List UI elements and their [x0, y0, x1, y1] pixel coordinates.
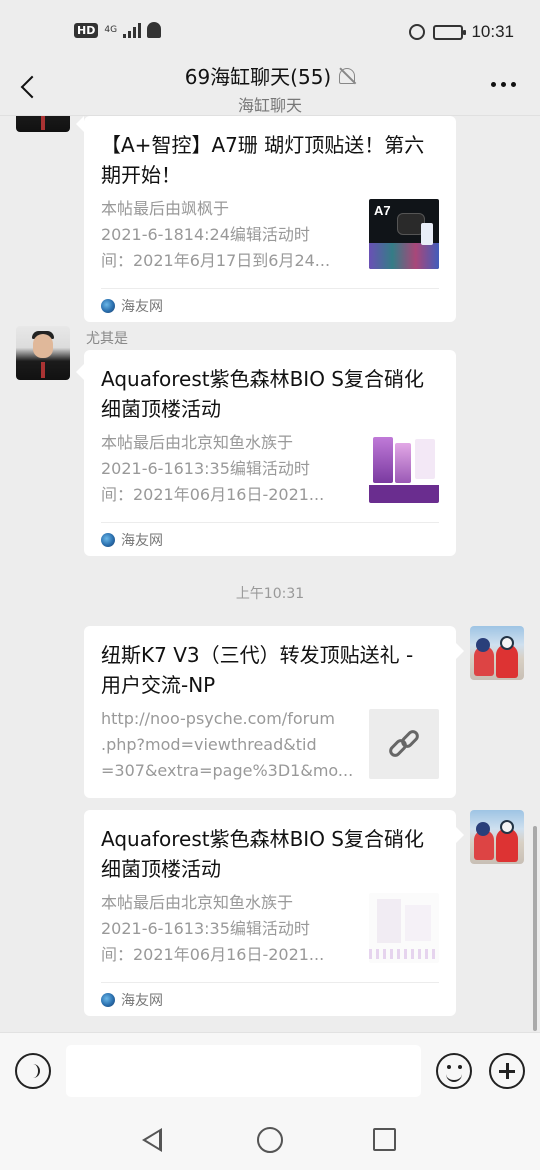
signal-icon: [123, 22, 142, 38]
card-description: http://noo-psyche.com/forum .php?mod=vie…: [101, 706, 355, 784]
card-desc-line: 本帖最后由北京知鱼水族于: [101, 433, 294, 452]
card-source: 海友网: [101, 982, 439, 1016]
card-desc-line: http://noo-psyche.com/forum: [101, 709, 335, 728]
card-desc-line: 2021-6-1814:24编辑活动时: [101, 225, 310, 244]
hd-badge: HD: [74, 22, 99, 38]
network-type: 4G: [104, 24, 118, 35]
bubble-tail: [76, 116, 84, 132]
emoji-icon[interactable]: [436, 1053, 472, 1089]
nav-recents-icon[interactable]: [373, 1128, 396, 1151]
card-source: 海友网: [101, 522, 439, 556]
source-logo-icon: [101, 532, 115, 547]
link-card[interactable]: 纽斯K7 V3（三代）转发顶贴送礼 - 用户交流-NP http://noo-p…: [84, 626, 456, 798]
source-logo-icon: [101, 298, 115, 313]
card-desc-line: 本帖最后由飒枫于: [101, 199, 230, 218]
card-title: 纽斯K7 V3（三代）转发顶贴送礼 - 用户交流-NP: [101, 643, 414, 697]
title-row: 69海缸聊天(55): [120, 61, 420, 90]
mute-icon: [339, 67, 356, 84]
card-desc-line: 间：2021年6月17日到6月24...: [101, 251, 331, 270]
card-description: 本帖最后由北京知鱼水族于 2021-6-1613:35编辑活动时 间：2021年…: [101, 430, 355, 508]
source-name: 海友网: [121, 298, 163, 315]
card-body: 本帖最后由北京知鱼水族于 2021-6-1613:35编辑活动时 间：2021年…: [101, 890, 439, 968]
card-title: 【A+智控】A7珊 瑚灯顶贴送！第六期开始！: [101, 133, 425, 187]
nav-home-icon[interactable]: [257, 1127, 283, 1153]
card-title: Aquaforest紫色森林BIO S复合硝化细菌顶楼活动: [101, 367, 424, 421]
message-input[interactable]: [66, 1045, 421, 1097]
chat-header: 69海缸聊天(55) 海缸聊天: [0, 56, 540, 116]
card-description: 本帖最后由北京知鱼水族于 2021-6-1613:35编辑活动时 间：2021年…: [101, 890, 355, 968]
source-name: 海友网: [121, 532, 163, 549]
card-body: http://noo-psyche.com/forum .php?mod=vie…: [101, 706, 439, 784]
more-dots-icon[interactable]: [491, 82, 516, 87]
chat-subtitle: 海缸聊天: [237, 96, 302, 115]
card-desc-line: 2021-6-1613:35编辑活动时: [101, 459, 310, 478]
input-bar: [0, 1032, 540, 1108]
alarm-icon: [409, 24, 426, 40]
thumbnail-text: A7: [374, 203, 391, 218]
link-card[interactable]: 【A+智控】A7珊 瑚灯顶贴送！第六期开始！ 本帖最后由飒枫于 2021-6-1…: [84, 116, 456, 322]
notification-bell-icon: [147, 22, 162, 38]
link-card[interactable]: Aquaforest紫色森林BIO S复合硝化细菌顶楼活动 本帖最后由北京知鱼水…: [84, 810, 456, 1016]
link-icon: [369, 709, 439, 779]
bubble-tail: [76, 364, 84, 380]
status-right: 10:31: [409, 22, 514, 42]
card-desc-line: 本帖最后由北京知鱼水族于: [101, 893, 294, 912]
battery-icon: [433, 24, 467, 40]
my-avatar[interactable]: [470, 810, 524, 864]
card-source: 海友网: [101, 288, 439, 322]
aquaforest-product-thumbnail: [369, 893, 439, 963]
card-description: 本帖最后由飒枫于 2021-6-1814:24编辑活动时 间：2021年6月17…: [101, 196, 355, 274]
chat-title: 69海缸聊天(55): [184, 65, 332, 89]
card-desc-line: 2021-6-1613:35编辑活动时: [101, 919, 310, 938]
source-logo-icon: [101, 992, 115, 1007]
back-arrow-icon[interactable]: [14, 70, 44, 104]
status-time: 10:31: [471, 22, 514, 41]
a7-product-thumbnail: A7: [369, 199, 439, 269]
nav-back-icon[interactable]: [142, 1128, 162, 1152]
voice-icon[interactable]: [15, 1053, 51, 1089]
card-desc-line: =307&extra=page%3D1&mo...: [101, 761, 354, 780]
scrollbar[interactable]: [533, 826, 537, 1031]
sender-avatar[interactable]: [16, 326, 70, 380]
bubble-tail: [456, 827, 464, 843]
card-desc-line: .php?mod=viewthread&tid: [101, 735, 317, 754]
source-name: 海友网: [121, 992, 163, 1009]
card-body: 本帖最后由北京知鱼水族于 2021-6-1613:35编辑活动时 间：2021年…: [101, 430, 439, 508]
chat-title-block: 69海缸聊天(55) 海缸聊天: [120, 61, 420, 116]
time-divider: 上午10:31: [235, 586, 305, 602]
link-card[interactable]: Aquaforest紫色森林BIO S复合硝化细菌顶楼活动 本帖最后由北京知鱼水…: [84, 350, 456, 556]
sender-name: 尤其是: [86, 331, 128, 347]
system-navigation-bar: [0, 1108, 540, 1170]
card-desc-line: 间：2021年06月16日-2021...: [101, 485, 325, 504]
plus-icon[interactable]: [489, 1053, 525, 1089]
card-title: Aquaforest紫色森林BIO S复合硝化细菌顶楼活动: [101, 827, 424, 881]
message-list[interactable]: 【A+智控】A7珊 瑚灯顶贴送！第六期开始！ 本帖最后由飒枫于 2021-6-1…: [0, 116, 540, 1032]
sender-avatar[interactable]: [16, 116, 70, 132]
aquaforest-product-thumbnail: [369, 433, 439, 503]
card-body: 本帖最后由飒枫于 2021-6-1814:24编辑活动时 间：2021年6月17…: [101, 196, 439, 274]
bubble-tail: [456, 643, 464, 659]
card-desc-line: 间：2021年06月16日-2021...: [101, 945, 325, 964]
my-avatar[interactable]: [470, 626, 524, 680]
status-bar: HD 4G 10:31: [0, 0, 540, 64]
status-left: HD 4G: [74, 22, 162, 38]
